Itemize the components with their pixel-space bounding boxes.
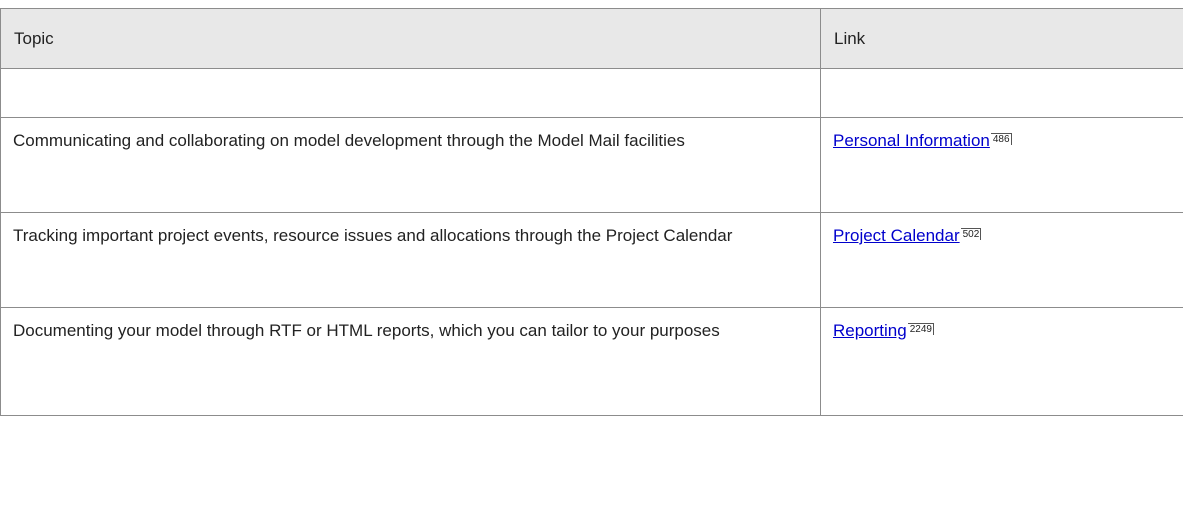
link-wrapper: Personal Information 486 bbox=[833, 131, 1012, 150]
link-cell bbox=[820, 68, 1183, 118]
project-calendar-link[interactable]: Project Calendar bbox=[833, 226, 960, 245]
link-cell: Reporting 2249 bbox=[820, 307, 1183, 416]
topic-cell: Documenting your model through RTF or HT… bbox=[0, 307, 821, 416]
topic-link-table: Topic Link Communicating and collaborati… bbox=[0, 8, 1183, 416]
topic-column-header: Topic bbox=[0, 8, 821, 69]
table-row: Communicating and collaborating on model… bbox=[0, 117, 1183, 213]
link-cell: Project Calendar 502 bbox=[820, 212, 1183, 308]
table-row: Documenting your model through RTF or HT… bbox=[0, 307, 1183, 416]
page-reference: 502 bbox=[960, 228, 982, 240]
personal-information-link[interactable]: Personal Information bbox=[833, 131, 990, 150]
table-header-row: Topic Link bbox=[0, 8, 1183, 69]
topic-text: Tracking important project events, resou… bbox=[13, 226, 733, 245]
link-column-header: Link bbox=[820, 8, 1183, 69]
topic-text: Communicating and collaborating on model… bbox=[13, 131, 685, 150]
table-row bbox=[0, 68, 1183, 118]
topic-cell: Communicating and collaborating on model… bbox=[0, 117, 821, 213]
topic-text: Documenting your model through RTF or HT… bbox=[13, 321, 720, 340]
table-row: Tracking important project events, resou… bbox=[0, 212, 1183, 308]
link-cell: Personal Information 486 bbox=[820, 117, 1183, 213]
link-wrapper: Project Calendar 502 bbox=[833, 226, 982, 245]
page-reference: 486 bbox=[990, 133, 1012, 145]
link-wrapper: Reporting 2249 bbox=[833, 321, 934, 340]
page-reference: 2249 bbox=[907, 323, 934, 335]
topic-cell bbox=[0, 68, 821, 118]
topic-cell: Tracking important project events, resou… bbox=[0, 212, 821, 308]
reporting-link[interactable]: Reporting bbox=[833, 321, 907, 340]
